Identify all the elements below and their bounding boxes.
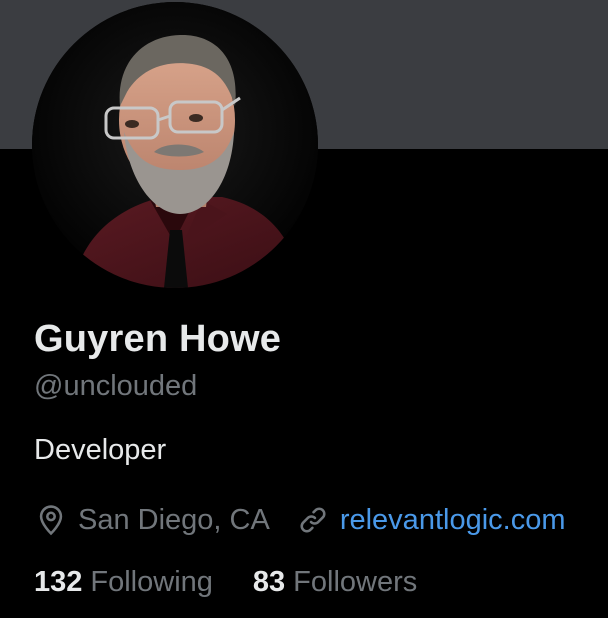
- profile-website: relevantlogic.com: [296, 503, 566, 537]
- location-label: San Diego, CA: [78, 503, 270, 536]
- followers-stat[interactable]: 83 Followers: [253, 566, 417, 599]
- following-stat[interactable]: 132 Following: [34, 566, 213, 599]
- profile-meta: San Diego, CA relevantlogic.com: [34, 500, 565, 540]
- link-icon: [296, 503, 330, 537]
- profile-handle: @unclouded: [34, 370, 198, 402]
- following-label: Following: [90, 566, 213, 598]
- followers-label: Followers: [293, 566, 418, 598]
- followers-count: 83: [252, 566, 286, 598]
- profile-bio: Developer: [34, 434, 167, 466]
- profile-stats: 132 Following 83 Followers: [34, 566, 417, 599]
- profile-avatar[interactable]: [32, 2, 318, 288]
- avatar-photo: [32, 2, 318, 288]
- following-count: 132: [34, 566, 83, 598]
- website-link[interactable]: relevantlogic.com: [340, 504, 566, 537]
- profile-name: Guyren Howe: [34, 318, 282, 360]
- profile-location: San Diego, CA: [34, 503, 270, 537]
- location-pin-icon: [34, 503, 68, 537]
